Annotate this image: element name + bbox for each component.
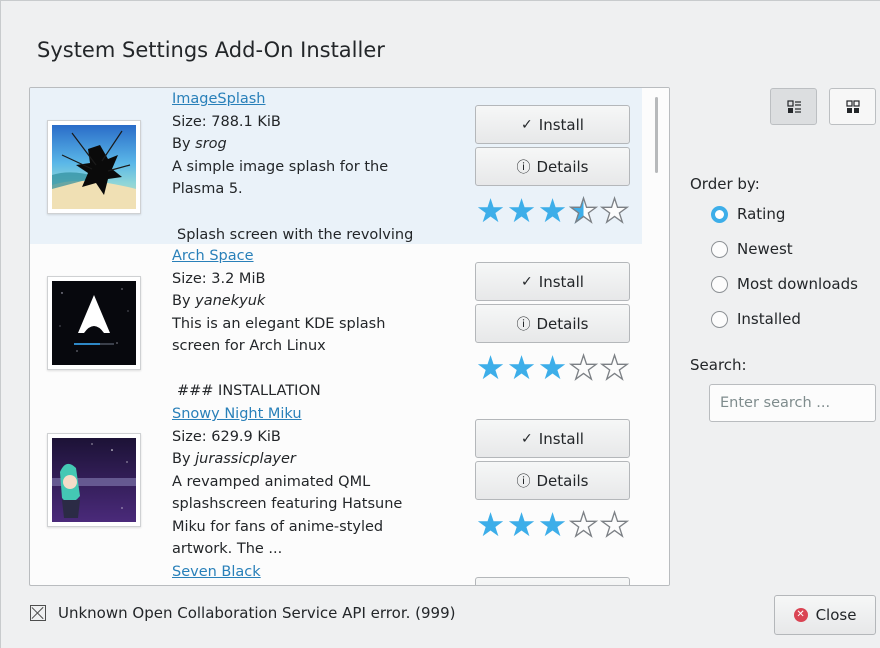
addon-size: Size: 629.9 KiB (172, 428, 281, 445)
order-newest-radio[interactable]: Newest (711, 240, 793, 258)
grid-view-icon (845, 99, 860, 113)
addon-name-link[interactable]: Arch Space (172, 248, 254, 264)
addon-description-line: Plasma 5. (172, 181, 243, 197)
addon-description-line: screen for Arch Linux (172, 338, 326, 354)
error-icon (30, 605, 46, 621)
rating-stars: ★ ★ ★ ★ ★ (475, 348, 630, 387)
star-full-icon: ★ (537, 191, 568, 230)
star-full-icon: ★ (537, 348, 568, 387)
list-view-icon (786, 99, 801, 113)
install-button[interactable]: ✓ Install (475, 105, 630, 144)
star-empty-icon: ★ (599, 191, 630, 230)
description-overflow: ### INSTALLATION (177, 383, 321, 399)
addon-size: Size: 788.1 KiB (172, 113, 281, 130)
info-icon: ⓘ (516, 159, 531, 176)
info-icon: ⓘ (516, 316, 531, 333)
install-button[interactable]: ✓ Install (475, 262, 630, 301)
check-icon: ✓ (521, 430, 533, 447)
addon-name-link[interactable]: Seven Black (172, 564, 261, 580)
addon-info: ImageSplash Size: 788.1 KiB By srog A si… (172, 88, 388, 201)
check-icon: ✓ (521, 116, 533, 133)
description-overflow: Splash screen with the revolving (177, 227, 414, 243)
snowy-night-miku-preview (52, 438, 136, 522)
image-splash-preview (52, 125, 136, 209)
star-full-icon: ★ (475, 505, 506, 544)
star-full-icon: ★ (475, 348, 506, 387)
addon-author: By yanekyuk (172, 293, 266, 309)
addon-size: Size: 3.2 MiB (172, 270, 266, 287)
addon-list[interactable]: ImageSplash Size: 788.1 KiB By srog A si… (29, 87, 670, 586)
details-button[interactable]: ⓘ Details (475, 461, 630, 500)
info-icon: ⓘ (516, 473, 531, 490)
details-button[interactable]: ⓘ Details (475, 304, 630, 343)
rating-stars: ★ ★ ★ ★ ★ (475, 191, 630, 230)
radio-icon (711, 310, 728, 328)
scrollbar[interactable] (643, 88, 669, 585)
star-empty-icon: ★ (568, 348, 599, 387)
list-view-button[interactable] (770, 88, 817, 125)
install-button[interactable]: ✓ Install (475, 419, 630, 458)
star-empty-icon: ★ (568, 505, 599, 544)
star-empty-icon: ★ (599, 505, 630, 544)
scrollbar-thumb[interactable] (655, 97, 658, 173)
radio-icon (711, 240, 728, 258)
radio-icon (711, 275, 728, 293)
star-half-icon: ★ (568, 191, 599, 230)
star-full-icon: ★ (506, 505, 537, 544)
status-message: Unknown Open Collaboration Service API e… (30, 604, 455, 622)
addon-preview-image (47, 433, 141, 527)
icon-view-button[interactable] (829, 88, 876, 125)
star-full-icon: ★ (506, 348, 537, 387)
addon-preview-image (47, 276, 141, 370)
star-full-icon: ★ (506, 191, 537, 230)
addon-author: By jurassicplayer (172, 451, 296, 467)
rating-stars: ★ ★ ★ ★ ★ (475, 505, 630, 544)
addon-description-line: artwork. The ... (172, 541, 283, 557)
addon-name-link[interactable]: ImageSplash (172, 91, 265, 107)
addon-description-line: Miku for fans of anime-styled (172, 518, 384, 535)
addon-preview-image (47, 120, 141, 214)
addon-info: Snowy Night Miku Size: 629.9 KiB By jura… (172, 403, 402, 583)
addon-info: Arch Space Size: 3.2 MiB By yanekyuk Thi… (172, 245, 385, 358)
order-by-label: Order by: (690, 175, 760, 193)
star-full-icon: ★ (537, 505, 568, 544)
addon-name-link[interactable]: Snowy Night Miku (172, 406, 302, 422)
addon-description-line: A revamped animated QML (172, 473, 371, 490)
install-button[interactable] (475, 577, 630, 585)
addon-author: By srog (172, 136, 227, 152)
addon-description-line: This is an elegant KDE splash (172, 315, 386, 332)
addon-description-line: A simple image splash for the (172, 158, 389, 175)
check-icon: ✓ (521, 273, 533, 290)
dialog-title: System Settings Add-On Installer (37, 38, 385, 62)
star-empty-icon: ★ (599, 348, 630, 387)
star-full-icon: ★ (475, 191, 506, 230)
close-icon: ✕ (793, 608, 808, 622)
order-installed-radio[interactable]: Installed (711, 310, 801, 328)
radio-checked-icon (711, 205, 728, 223)
search-label: Search: (690, 356, 747, 374)
arch-space-preview (52, 281, 136, 365)
search-input[interactable] (709, 384, 876, 422)
details-button[interactable]: ⓘ Details (475, 147, 630, 186)
close-button[interactable]: ✕ Close (774, 595, 876, 635)
order-rating-radio[interactable]: Rating (711, 205, 785, 223)
addon-description-line: splashscreen featuring Hatsune (172, 496, 403, 512)
order-downloads-radio[interactable]: Most downloads (711, 275, 858, 293)
